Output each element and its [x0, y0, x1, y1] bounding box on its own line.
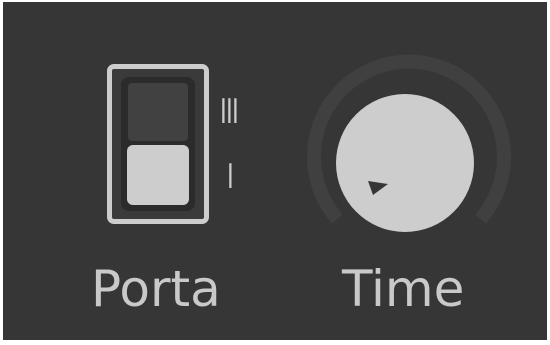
synth-control-panel: III I Porta Time: [3, 2, 547, 340]
time-label: Time: [342, 260, 465, 318]
porta-position-i-label: I: [227, 157, 234, 197]
porta-position-iii-label: III: [220, 92, 239, 132]
time-knob-dial[interactable]: [336, 94, 474, 232]
porta-label: Porta: [91, 260, 221, 318]
time-knob[interactable]: [303, 52, 517, 252]
porta-toggle-switch[interactable]: [107, 64, 209, 224]
porta-switch-upper-position: [128, 83, 188, 141]
porta-switch-lever[interactable]: [127, 145, 189, 205]
porta-switch-slot: [121, 77, 195, 211]
